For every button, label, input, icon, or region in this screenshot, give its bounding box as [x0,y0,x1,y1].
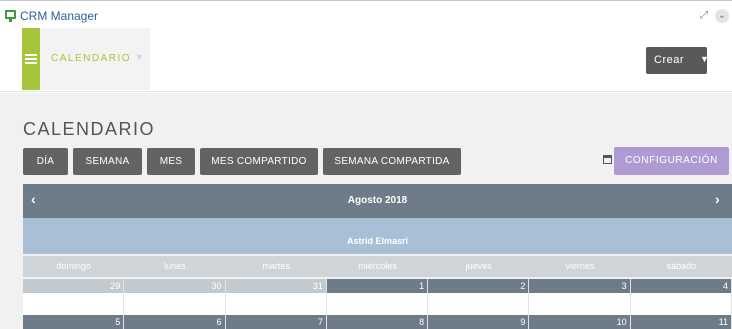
caret-down-icon: ▼ [700,54,709,64]
day-header: 4 [630,279,731,293]
crear-label: Crear [654,54,685,66]
day-number: 5 [115,317,121,327]
day-number: 1 [419,281,425,291]
day-body [225,293,326,315]
month-label: Agosto 2018 [347,195,408,206]
page-title: CALENDARIO [23,119,156,139]
crear-button[interactable]: Crear ▼ [646,47,709,74]
calendar-week: 29 30 31 1 2 3 4 [23,279,732,315]
app-title: CRM Manager [20,9,99,23]
main-content: CALENDARIO DÍA SEMANA MES MES COMPARTIDO… [0,93,732,329]
day-number: 11 [718,317,728,327]
day-number: 29 [110,281,121,291]
configuracion-button[interactable]: CONFIGURACIÓN [614,147,729,175]
module-label: CALENDARIO [51,53,132,64]
day-number: 9 [520,317,526,327]
day-body [529,293,630,315]
caret-down-icon: ▼ [135,52,144,62]
menu-line [25,62,37,64]
calendar-day-cell[interactable]: 5 [23,315,125,329]
day-header: 29 [23,279,124,293]
module-tab-calendario[interactable]: CALENDARIO ▼ [40,28,150,90]
calendar-week: 5 6 7 8 9 10 11 [23,315,732,329]
calendar-user-row: Astrid Elmasri [23,218,732,254]
day-header: 10 [529,315,630,329]
calendar-day-cell[interactable]: 9 [428,315,530,329]
day-header: 3 [529,279,630,293]
day-of-week-label: lunes [164,261,186,271]
day-number: 10 [616,317,627,327]
view-day-button[interactable]: DÍA [23,148,68,175]
calendar-day-cell[interactable]: 11 [630,315,732,329]
day-body [23,293,124,315]
day-number: 7 [317,317,323,327]
day-body [630,293,731,315]
calendar-day-cell[interactable]: 29 [23,279,125,315]
day-number: 2 [520,281,526,291]
day-of-week-label: martes [262,261,290,271]
monitor-icon [5,10,16,22]
day-body [124,293,225,315]
day-of-week-label: jueves [465,261,492,271]
day-header: 9 [428,315,529,329]
day-header: 31 [225,279,326,293]
day-header: 5 [23,315,124,329]
calendar-icon [603,155,612,164]
day-body [326,293,428,315]
day-header: 30 [124,279,225,293]
calendar-day-cell[interactable]: 31 [225,279,327,315]
day-body [428,293,529,315]
day-header: 11 [630,315,731,329]
day-number: 31 [312,281,323,291]
window-titlebar: CRM Manager ⤢ ⌄ [0,0,732,28]
day-number: 4 [722,281,728,291]
chevron-right-icon[interactable]: › [715,191,720,207]
calendar-header: ‹ Agosto 2018 › [23,184,732,218]
calendar-day-cell[interactable]: 6 [124,315,226,329]
calendar-day-cell[interactable]: 8 [326,315,429,329]
day-of-week-label: viernes [565,261,595,271]
day-number: 3 [621,281,627,291]
calendar-day-cell[interactable]: 7 [225,315,327,329]
day-number: 30 [211,281,222,291]
calendar-day-cell[interactable]: 1 [326,279,429,315]
day-header: 6 [124,315,225,329]
view-shared-week-button[interactable]: SEMANA COMPARTIDA [323,148,461,175]
calendar-day-cell[interactable]: 10 [529,315,631,329]
day-of-week-label: miércoles [358,261,397,271]
calendar-day-cell[interactable]: 3 [529,279,631,315]
menu-line [25,58,37,60]
menu-line [25,54,37,56]
view-week-button[interactable]: SEMANA [73,148,142,175]
day-of-week-label: domingo [56,261,91,271]
day-header: 8 [326,315,428,329]
calendar-day-cell[interactable]: 4 [630,279,732,315]
view-month-button[interactable]: MES [147,148,195,175]
day-header: 7 [225,315,326,329]
day-header: 2 [428,279,529,293]
top-navigation: CALENDARIO ▼ Crear ▼ [0,28,732,92]
expand-icon[interactable]: ⤢ [697,9,711,23]
day-header: 1 [326,279,428,293]
days-of-week-row: domingo lunes martes miércoles jueves viernes… [23,256,732,277]
day-number: 6 [216,317,222,327]
day-number: 8 [419,317,425,327]
day-of-week-label: sábado [666,261,697,271]
calendar-day-cell[interactable]: 30 [124,279,226,315]
view-shared-month-button[interactable]: MES COMPARTIDO [200,148,318,175]
chevron-down-icon[interactable]: ⌄ [715,9,729,23]
user-name: Astrid Elmasri [346,236,409,246]
hamburger-menu-button[interactable] [22,28,40,90]
calendar-day-cell[interactable]: 2 [428,279,530,315]
